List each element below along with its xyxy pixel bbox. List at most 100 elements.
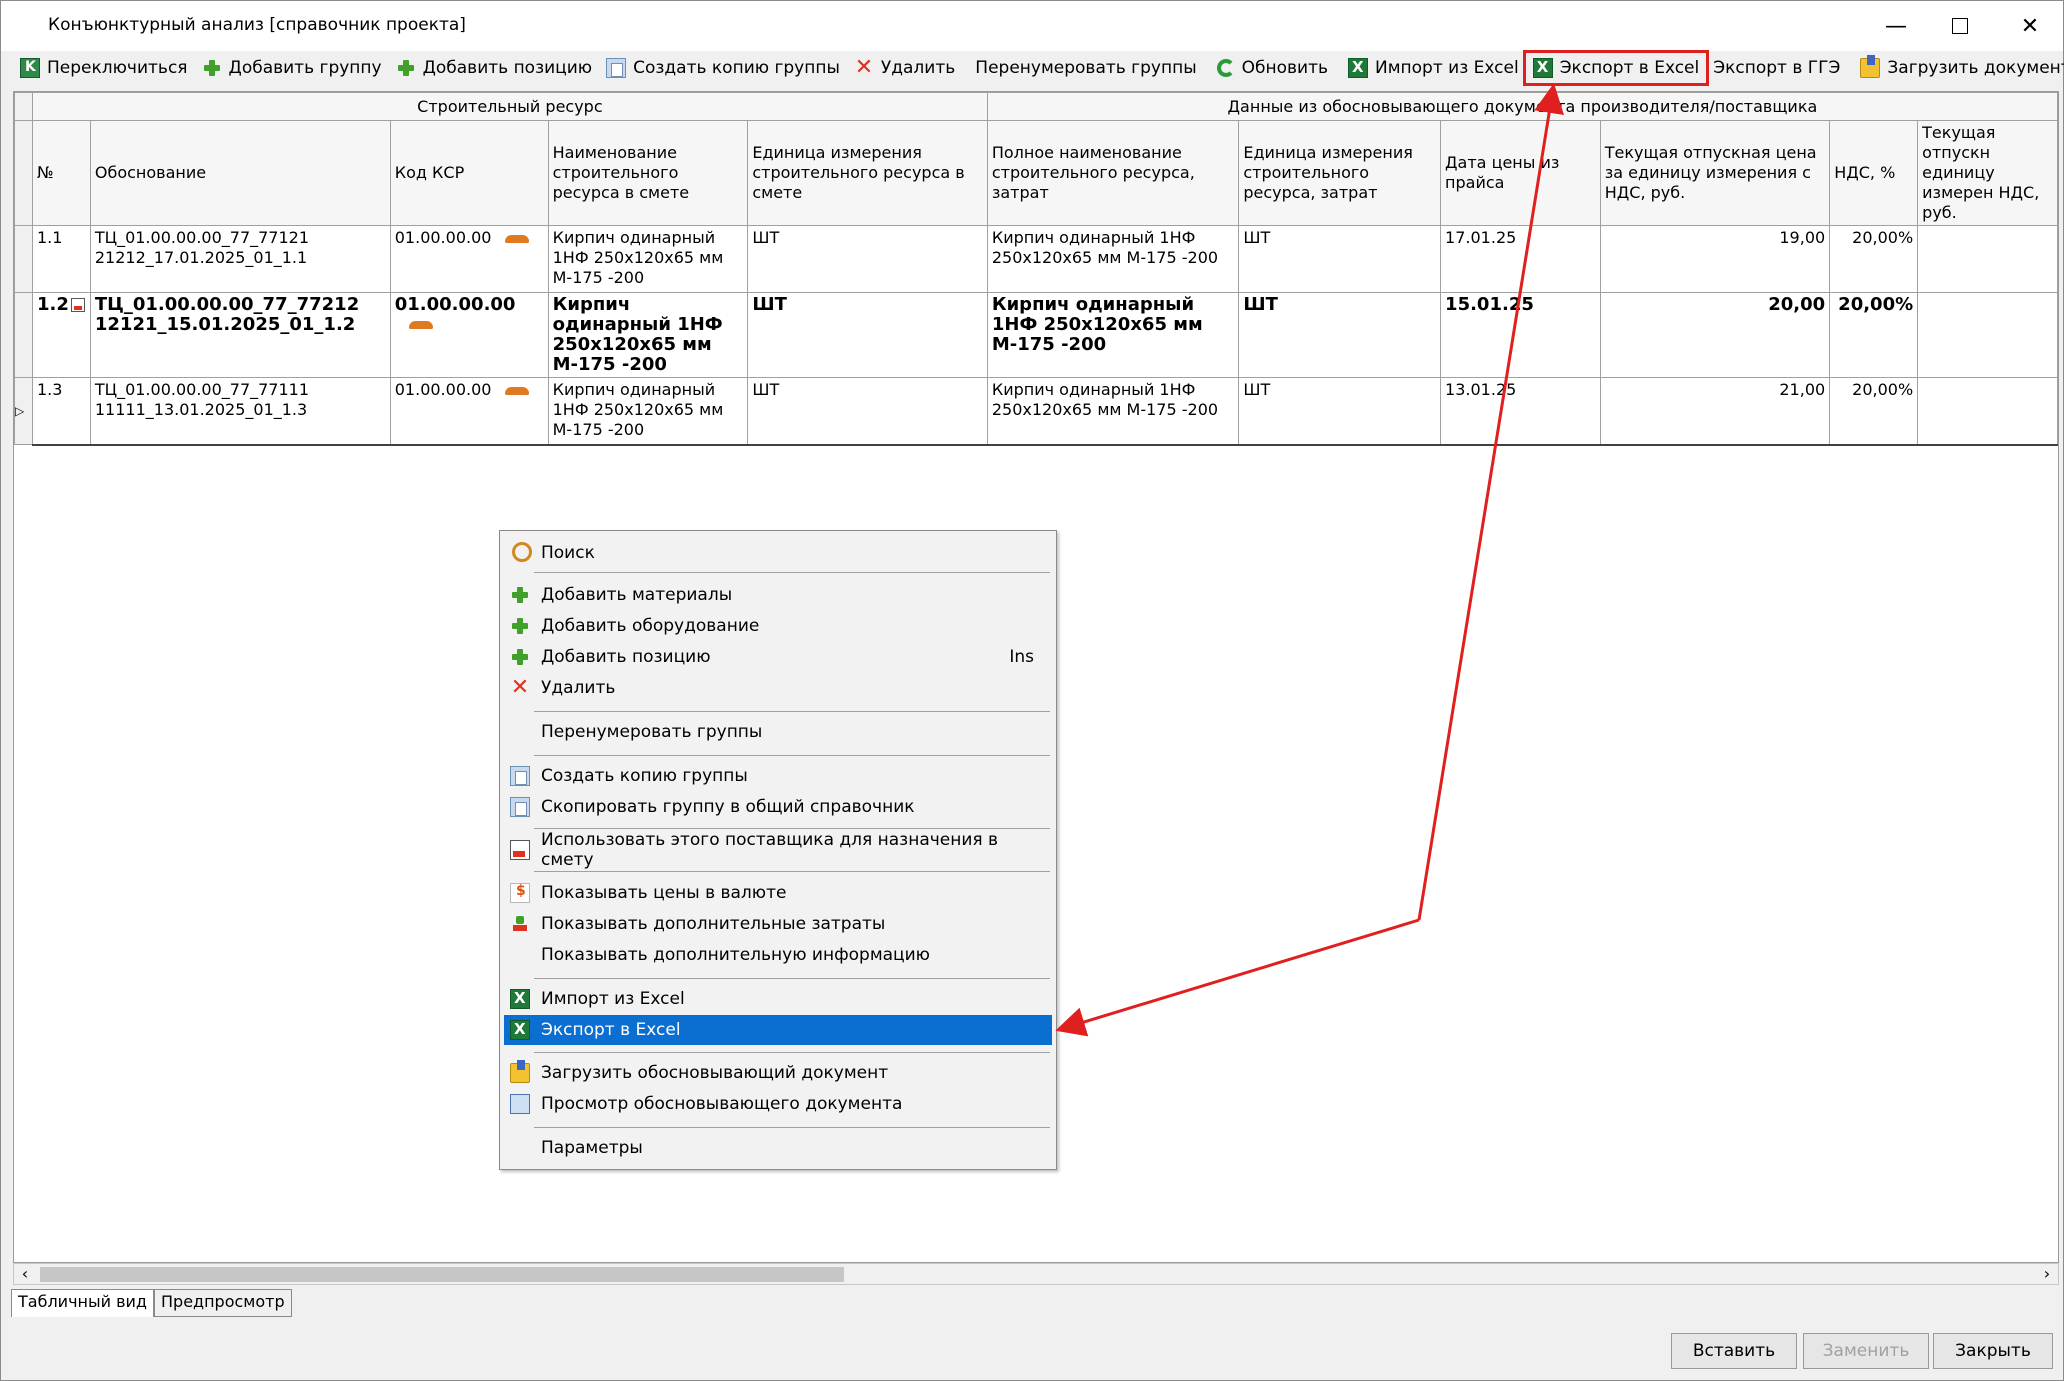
add-group-button[interactable]: Добавить группу [195, 53, 389, 83]
cell-ksr[interactable]: 01.00.00.00 [389, 292, 549, 378]
delete-button[interactable]: ✕ Удалить [847, 53, 962, 83]
cell-unit2[interactable]: ШТ [1238, 377, 1442, 446]
table-row-selected[interactable]: 1.2 ТЦ_01.00.00.00_77_77212 12121_15.01.… [14, 292, 2058, 378]
cell-date[interactable]: 17.01.25 [1440, 225, 1601, 293]
maximize-icon [1952, 18, 1968, 34]
cell-unit2[interactable]: ШТ [1238, 225, 1442, 293]
menu-item-export-excel[interactable]: Экспорт в Excel [504, 1015, 1052, 1045]
cell-unit2[interactable]: ШТ [1238, 292, 1442, 378]
row-marker: ▷ [14, 377, 33, 445]
currency-icon [510, 883, 530, 903]
cell-price[interactable]: 20,00 [1599, 292, 1831, 378]
close-button[interactable]: Закрыть [1933, 1333, 2053, 1369]
import-excel-button[interactable]: Импорт из Excel [1341, 53, 1526, 83]
cell-full-name[interactable]: Кирпич одинарный 1НФ 250x120x65 мм М-175… [986, 225, 1240, 293]
load-document-button[interactable]: Загрузить документ [1853, 53, 2064, 83]
extra-costs-icon [510, 914, 530, 934]
export-excel-button[interactable]: Экспорт в Excel [1522, 50, 1710, 86]
column-header-ksr[interactable]: Код КСР [389, 120, 549, 226]
cell-vat[interactable]: 20,00% [1829, 292, 1919, 378]
menu-item-params[interactable]: Параметры [504, 1133, 1052, 1163]
refresh-button[interactable]: Обновить [1210, 53, 1335, 83]
cell-name[interactable]: Кирпич одинарный 1НФ 250x120x65 мм М-175… [547, 225, 749, 293]
column-header-date[interactable]: Дата цены из прайса [1440, 120, 1601, 226]
cell-price-no-vat[interactable] [1917, 292, 2058, 378]
scrollbar-thumb[interactable] [40, 1267, 844, 1282]
cell-vat[interactable]: 20,00% [1829, 377, 1919, 446]
column-header-price-no-vat[interactable]: Текущая отпускн единицу измерен НДС, руб… [1917, 120, 2058, 226]
brick-icon [505, 234, 530, 243]
replace-button[interactable]: Заменить [1803, 1333, 1929, 1369]
cell-price-no-vat[interactable] [1917, 377, 2058, 446]
cell-basis[interactable]: ТЦ_01.00.00.00_77_77212 12121_15.01.2025… [89, 292, 391, 378]
menu-item-use-supplier[interactable]: Использовать этого поставщика для назнач… [504, 830, 1052, 870]
excel-icon [1532, 58, 1553, 78]
menu-item-label: Добавить материалы [541, 585, 733, 605]
cell-full-name[interactable]: Кирпич одинарный 1НФ 250x120x65 мм М-175… [986, 377, 1240, 446]
cell-vat[interactable]: 20,00% [1829, 225, 1919, 293]
scroll-left-icon[interactable]: ‹ [14, 1264, 36, 1284]
cell-unit[interactable]: ШТ [747, 377, 988, 446]
menu-item-add-equipment[interactable]: Добавить оборудование [504, 611, 1052, 641]
brick-icon [408, 321, 433, 329]
menu-item-add-materials[interactable]: Добавить материалы [504, 580, 1052, 610]
menu-item-search[interactable]: Поиск [504, 538, 1052, 568]
cell-price-no-vat[interactable] [1917, 225, 2058, 293]
supplier-icon [510, 840, 530, 860]
horizontal-scrollbar[interactable]: ‹ › [13, 1263, 2059, 1285]
tab-preview[interactable]: Предпросмотр [154, 1289, 292, 1317]
cell-num[interactable]: 1.3 [31, 377, 91, 446]
cell-unit[interactable]: ШТ [747, 292, 988, 378]
cell-num[interactable]: 1.2 [31, 292, 91, 378]
delete-icon: ✕ [510, 675, 530, 700]
cell-basis[interactable]: ТЦ_01.00.00.00_77_77121 21212_17.01.2025… [89, 225, 391, 293]
cell-name[interactable]: Кирпич одинарный 1НФ 250x120x65 мм М-175… [547, 377, 749, 446]
menu-item-renumber[interactable]: Перенумеровать группы [504, 717, 1052, 747]
renumber-button[interactable]: Перенумеровать группы [968, 53, 1203, 83]
tab-table-view[interactable]: Табличный вид [11, 1289, 154, 1317]
menu-item-delete[interactable]: ✕ Удалить [504, 673, 1052, 703]
menu-item-label: Параметры [541, 1138, 643, 1158]
column-header-full-name[interactable]: Полное наименование строительного ресурс… [986, 120, 1240, 226]
cell-num[interactable]: 1.1 [31, 225, 91, 293]
cell-full-name[interactable]: Кирпич одинарный 1НФ 250x120x65 мм М-175… [986, 292, 1240, 378]
cell-basis[interactable]: ТЦ_01.00.00.00_77_77111 11111_13.01.2025… [89, 377, 391, 446]
export-gge-button[interactable]: Экспорт в ГГЭ [1706, 53, 1847, 83]
table-row[interactable]: 1.1 ТЦ_01.00.00.00_77_77121 21212_17.01.… [14, 225, 2058, 293]
column-header-price[interactable]: Текущая отпускная цена за единицу измере… [1599, 120, 1831, 226]
cell-ksr[interactable]: 01.00.00.00 [389, 225, 549, 293]
cell-name[interactable]: Кирпич одинарный 1НФ 250x120x65 мм М-175… [547, 292, 749, 378]
menu-item-view-basis-doc[interactable]: Просмотр обосновывающего документа [504, 1089, 1052, 1119]
column-header-basis[interactable]: Обоснование [89, 120, 391, 226]
add-position-button[interactable]: Добавить позицию [389, 53, 600, 83]
menu-item-copy-to-common[interactable]: Скопировать группу в общий справочник [504, 792, 1052, 822]
menu-item-load-basis-doc[interactable]: Загрузить обосновывающий документ [504, 1058, 1052, 1088]
menu-item-show-currency[interactable]: Показывать цены в валюте [504, 878, 1052, 908]
column-header-unit2[interactable]: Единица измерения строительного ресурса,… [1238, 120, 1442, 226]
scroll-right-icon[interactable]: › [2036, 1264, 2058, 1284]
menu-item-import-excel[interactable]: Импорт из Excel [504, 984, 1052, 1014]
menu-item-show-extra-costs[interactable]: Показывать дополнительные затраты [504, 909, 1052, 939]
column-header-num[interactable]: № [31, 120, 91, 226]
table-row[interactable]: ▷ 1.3 ТЦ_01.00.00.00_77_77111 11111_13.0… [14, 377, 2058, 446]
cell-price[interactable]: 21,00 [1599, 377, 1831, 446]
switch-button[interactable]: Переключиться [13, 53, 195, 83]
close-window-button[interactable]: ✕ [1995, 1, 2064, 51]
cell-date[interactable]: 13.01.25 [1440, 377, 1601, 446]
insert-button[interactable]: Вставить [1671, 1333, 1797, 1369]
menu-item-copy-group[interactable]: Создать копию группы [504, 761, 1052, 791]
cell-price[interactable]: 19,00 [1599, 225, 1831, 293]
copy-group-button[interactable]: Создать копию группы [599, 53, 847, 83]
menu-item-add-position[interactable]: Добавить позицию Ins [504, 642, 1052, 672]
cell-unit[interactable]: ШТ [747, 225, 988, 293]
column-header-unit[interactable]: Единица измерения строительного ресурса … [747, 120, 988, 226]
cell-date[interactable]: 15.01.25 [1440, 292, 1601, 378]
cell-ksr[interactable]: 01.00.00.00 [389, 377, 549, 446]
column-header-name[interactable]: Наименование строительного ресурса в сме… [547, 120, 749, 226]
minimize-button[interactable]: — [1861, 1, 1931, 51]
maximize-button[interactable] [1925, 1, 1995, 51]
column-header-vat[interactable]: НДС, % [1829, 120, 1919, 226]
header-row: № Обоснование Код КСР Наименование строи… [14, 120, 2058, 226]
menu-item-show-extra-info[interactable]: Показывать дополнительную информацию [504, 940, 1052, 970]
menu-item-label: Добавить оборудование [541, 616, 760, 636]
